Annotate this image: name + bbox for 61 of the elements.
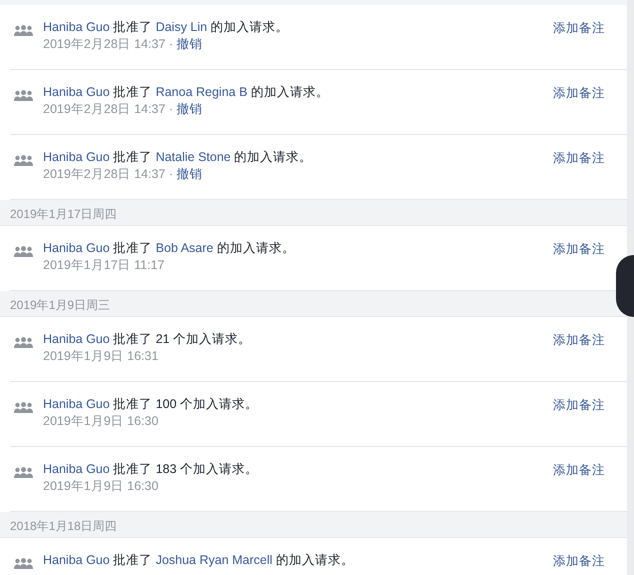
add-note-link[interactable]: 添加备注	[553, 552, 605, 571]
action-text: 批准了	[113, 462, 152, 476]
group-icon	[14, 246, 33, 257]
action-text: 批准了	[113, 332, 152, 346]
request-text: 的加入请求。	[210, 20, 289, 34]
action-text: 批准了	[113, 553, 152, 567]
add-note-link[interactable]: 添加备注	[553, 396, 605, 415]
timestamp: 2019年1月9日 16:30	[43, 414, 158, 428]
undo-link[interactable]: 撤销	[176, 102, 203, 116]
request-text: 的加入请求。	[234, 150, 312, 164]
action-text: 批准了	[113, 150, 152, 164]
user-link[interactable]: Natalie Stone	[156, 150, 231, 164]
separator-dot: ·	[168, 37, 174, 51]
separator-dot: ·	[168, 167, 174, 181]
action-text: 批准了	[113, 241, 152, 255]
timestamp: 2019年2月28日 14:37	[43, 102, 166, 116]
request-text: 的加入请求。	[276, 553, 354, 567]
add-note-link[interactable]: 添加备注	[553, 240, 605, 259]
group-icon	[14, 25, 33, 36]
user-link[interactable]: Haniba Guo	[43, 332, 110, 346]
date-header: 2018年1月18日周四	[0, 512, 627, 538]
group-icon	[14, 90, 33, 101]
group-icon	[14, 337, 33, 348]
add-note-link[interactable]: 添加备注	[553, 461, 605, 480]
action-text: 批准了	[113, 397, 152, 411]
date-header: 2019年1月9日周三	[0, 291, 627, 317]
user-link[interactable]: Haniba Guo	[43, 553, 110, 567]
timestamp: 2019年1月17日 11:17	[43, 258, 164, 272]
user-link[interactable]: Haniba Guo	[43, 85, 110, 99]
request-text: 的加入请求。	[250, 85, 329, 99]
user-link[interactable]: Haniba Guo	[43, 462, 110, 476]
add-note-link[interactable]: 添加备注	[553, 19, 605, 38]
group-icon	[14, 155, 33, 166]
request-text: 21 个加入请求。	[156, 332, 252, 346]
add-note-link[interactable]: 添加备注	[553, 331, 605, 350]
request-text: 的加入请求。	[216, 241, 295, 255]
user-link[interactable]: Ranoa Regina B	[156, 85, 248, 99]
user-link[interactable]: Bob Asare	[156, 241, 214, 255]
separator-dot: ·	[168, 102, 174, 116]
group-icon	[14, 402, 33, 413]
group-icon	[14, 558, 33, 569]
timestamp: 2019年2月28日 14:37	[43, 167, 166, 181]
undo-link[interactable]: 撤销	[176, 167, 203, 181]
timestamp: 2019年1月9日 16:31	[43, 349, 158, 363]
request-text: 183 个加入请求。	[156, 462, 258, 476]
group-icon	[14, 467, 33, 478]
user-link[interactable]: Haniba Guo	[43, 20, 110, 34]
undo-link[interactable]: 撤销	[176, 37, 203, 51]
timestamp: 2019年2月28日 14:37	[43, 37, 166, 51]
user-link[interactable]: Daisy Lin	[156, 20, 208, 34]
action-text: 批准了	[113, 20, 152, 34]
date-header: 2019年1月17日周四	[0, 200, 627, 226]
user-link[interactable]: Haniba Guo	[43, 150, 110, 164]
user-link[interactable]: Haniba Guo	[43, 241, 110, 255]
action-text: 批准了	[113, 85, 152, 99]
request-text: 100 个加入请求。	[156, 397, 258, 411]
add-note-link[interactable]: 添加备注	[553, 149, 605, 168]
user-link[interactable]: Haniba Guo	[43, 397, 110, 411]
add-note-link[interactable]: 添加备注	[553, 84, 605, 103]
user-link[interactable]: Joshua Ryan Marcell	[156, 553, 272, 567]
timestamp: 2019年1月9日 16:30	[43, 479, 158, 493]
